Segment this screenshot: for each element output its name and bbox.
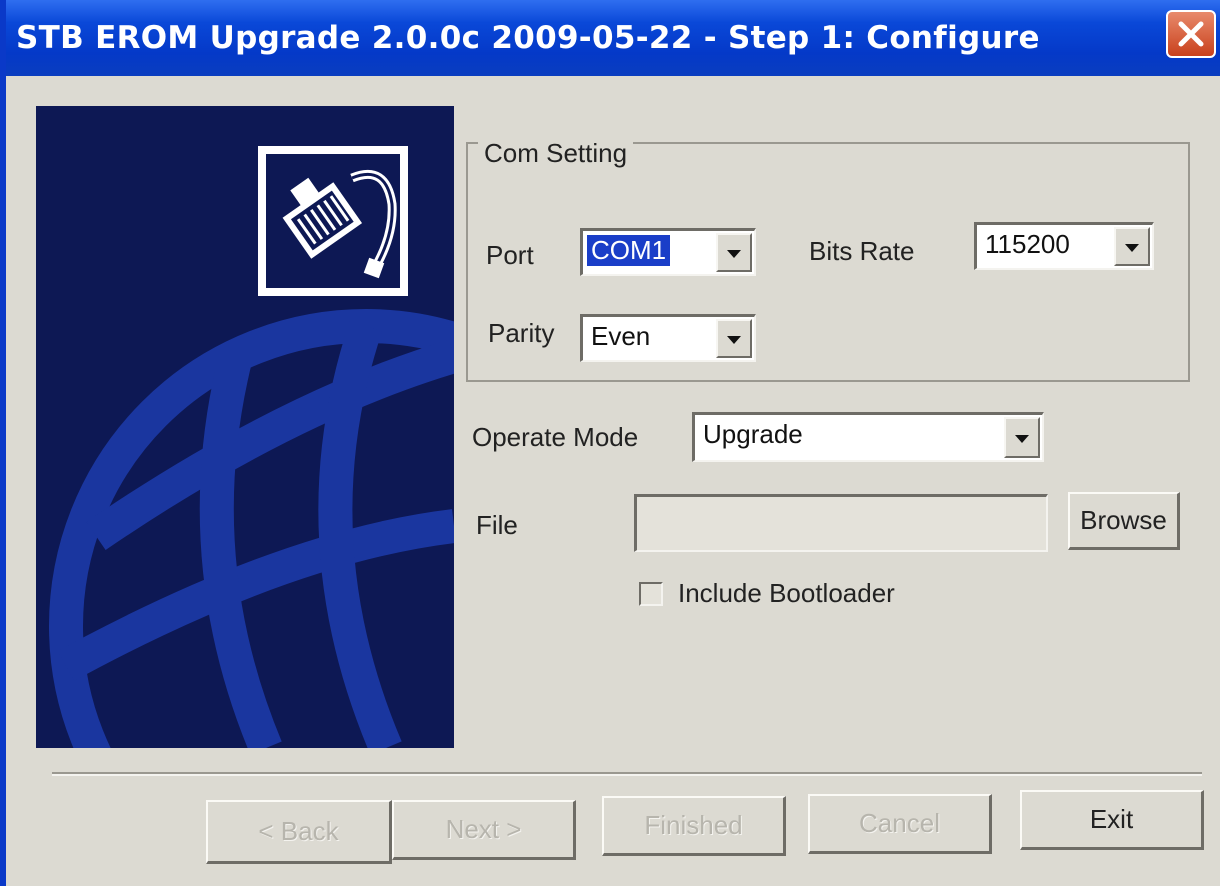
chevron-down-icon bbox=[1125, 243, 1139, 252]
port-dropdown-button[interactable] bbox=[716, 233, 752, 272]
operate-mode-value: Upgrade bbox=[703, 419, 803, 449]
browse-button[interactable]: Browse bbox=[1068, 492, 1180, 550]
operate-mode-select[interactable]: Upgrade bbox=[692, 412, 1044, 462]
back-button[interactable]: < Back bbox=[206, 800, 392, 864]
parity-select[interactable]: Even bbox=[580, 314, 756, 362]
include-bootloader-label: Include Bootloader bbox=[678, 578, 895, 608]
close-icon bbox=[1178, 21, 1204, 47]
bits-rate-value: 115200 bbox=[985, 229, 1070, 259]
operate-mode-label: Operate Mode bbox=[472, 422, 639, 452]
next-button[interactable]: Next > bbox=[392, 800, 576, 860]
close-button[interactable] bbox=[1166, 10, 1216, 58]
exit-button[interactable]: Exit bbox=[1020, 790, 1204, 850]
bits-rate-select[interactable]: 115200 bbox=[974, 222, 1154, 270]
bits-rate-dropdown-button[interactable] bbox=[1114, 227, 1150, 266]
port-select[interactable]: COM1 bbox=[580, 228, 756, 276]
parity-label: Parity bbox=[488, 318, 555, 348]
port-label: Port bbox=[486, 240, 534, 270]
include-bootloader-checkbox[interactable] bbox=[639, 582, 663, 606]
chevron-down-icon bbox=[727, 335, 741, 344]
file-label: File bbox=[476, 510, 518, 540]
chevron-down-icon bbox=[727, 249, 741, 258]
title-bar[interactable]: STB EROM Upgrade 2.0.0c 2009-05-22 - Ste… bbox=[6, 0, 1220, 76]
com-setting-title: Com Setting bbox=[478, 138, 634, 169]
network-cable-icon bbox=[258, 146, 408, 296]
cancel-button[interactable]: Cancel bbox=[808, 794, 992, 854]
parity-dropdown-button[interactable] bbox=[716, 319, 752, 358]
port-value: COM1 bbox=[587, 235, 671, 266]
wizard-side-image bbox=[36, 106, 454, 748]
bits-rate-label: Bits Rate bbox=[809, 236, 915, 266]
finished-button[interactable]: Finished bbox=[602, 796, 786, 856]
parity-value: Even bbox=[591, 321, 651, 351]
window-title: STB EROM Upgrade 2.0.0c 2009-05-22 - Ste… bbox=[16, 20, 1040, 56]
footer-divider bbox=[52, 772, 1202, 776]
chevron-down-icon bbox=[1015, 434, 1029, 443]
configure-dialog: STB EROM Upgrade 2.0.0c 2009-05-22 - Ste… bbox=[0, 0, 1220, 886]
operate-mode-dropdown-button[interactable] bbox=[1004, 417, 1040, 458]
file-path-input[interactable] bbox=[634, 494, 1048, 552]
